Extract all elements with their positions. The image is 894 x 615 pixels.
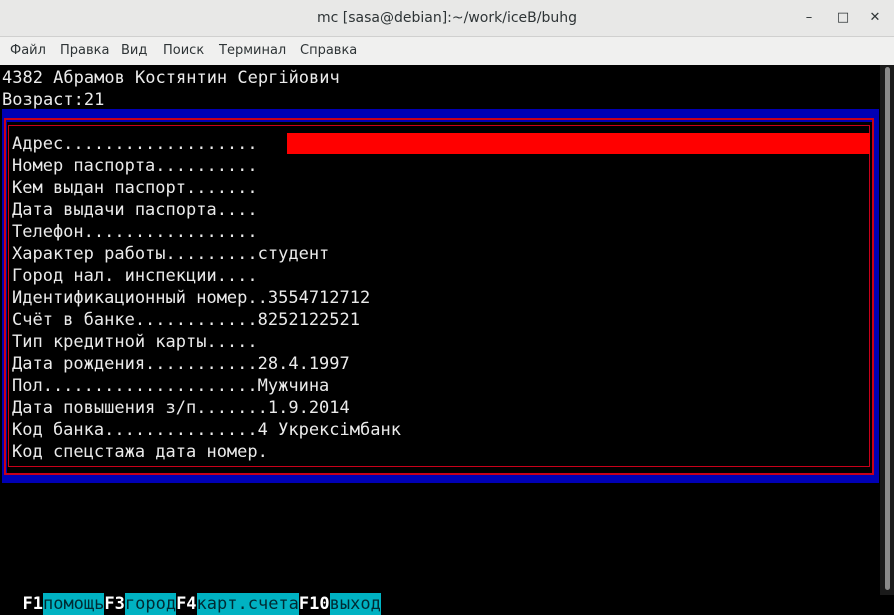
window-title: mc [sasa@debian]:~/work/iceB/buhg: [317, 10, 577, 26]
form-row-label: Тип кредитной карты.....: [12, 332, 258, 352]
fkey-f3-label[interactable]: город: [124, 593, 177, 615]
close-button[interactable]: ✕: [866, 9, 884, 27]
form-row-label: Дата выдачи паспорта....: [12, 200, 258, 220]
fkey-f1-label[interactable]: помощь: [42, 593, 105, 615]
fkey-f3[interactable]: F3: [104, 593, 125, 615]
form-row[interactable]: Город нал. инспекции....: [12, 265, 258, 287]
form-row-value[interactable]: 1.9.2014: [268, 398, 350, 418]
fkey-f10[interactable]: F10: [298, 593, 330, 615]
form-row-label: Счёт в банке............: [12, 310, 258, 330]
scroll-thumb[interactable]: [885, 67, 890, 590]
form-row[interactable]: Дата повышения з/п.......1.9.2014: [12, 397, 350, 419]
form-row-value[interactable]: студент: [258, 244, 330, 264]
address-input[interactable]: [287, 133, 870, 154]
maximize-button[interactable]: □: [834, 9, 852, 27]
person-line: 4382 Абрамов Костянтин Сергійович: [2, 68, 340, 88]
form-row[interactable]: Характер работы.........студент: [12, 243, 329, 265]
menu-view[interactable]: Вид: [121, 37, 147, 65]
form-row-label: Дата повышения з/п.......: [12, 398, 268, 418]
fkey-f10-label[interactable]: выход: [329, 593, 381, 615]
fkey-f4[interactable]: F4: [176, 593, 197, 615]
form-row-label: Идентификационный номер..: [12, 288, 268, 308]
form-row-value[interactable]: 4 Укрексімбанк: [258, 420, 401, 440]
window-titlebar: mc [sasa@debian]:~/work/iceB/buhg – □ ✕: [0, 0, 894, 37]
form-row-label: Код банка...............: [12, 420, 258, 440]
form-row-label: Характер работы.........: [12, 244, 258, 264]
menubar: Файл Правка Вид Поиск Терминал Справка: [0, 37, 894, 66]
form-row[interactable]: Адрес...................: [12, 133, 258, 155]
scrollbar[interactable]: [880, 65, 894, 595]
menu-file[interactable]: Файл: [10, 37, 46, 65]
form-row[interactable]: Дата рождения...........28.4.1997: [12, 353, 350, 375]
form-row-value[interactable]: Мужчина: [258, 376, 330, 396]
form-row[interactable]: Кем выдан паспорт.......: [12, 177, 258, 199]
form-row-label: Код спецстажа дата номер.: [12, 442, 268, 462]
form-row-label: Пол.....................: [12, 376, 258, 396]
form-row[interactable]: Номер паспорта..........: [12, 155, 258, 177]
menu-terminal[interactable]: Терминал: [219, 37, 286, 65]
form-row[interactable]: Дата выдачи паспорта....: [12, 199, 258, 221]
form-row-value[interactable]: 8252122521: [258, 310, 360, 330]
form-row[interactable]: Код спецстажа дата номер.: [12, 441, 268, 463]
form-row-value[interactable]: 3554712712: [268, 288, 370, 308]
fkey-f4-label[interactable]: карт.счета: [196, 593, 299, 615]
form-row-label: Кем выдан паспорт.......: [12, 178, 258, 198]
age-line: Возраст:21: [2, 90, 105, 110]
form-row-label: Адрес...................: [12, 134, 258, 154]
form-row[interactable]: Код банка...............4 Укрексімбанк: [12, 419, 401, 441]
fkey-f1[interactable]: F1: [22, 593, 43, 615]
menu-edit[interactable]: Правка: [60, 37, 109, 65]
form-row-label: Дата рождения...........: [12, 354, 258, 374]
form-row[interactable]: Тип кредитной карты.....: [12, 331, 258, 353]
form-row-value[interactable]: 28.4.1997: [258, 354, 350, 374]
minimize-button[interactable]: –: [800, 9, 818, 27]
form-row[interactable]: Телефон.................: [12, 221, 258, 243]
form-row[interactable]: Счёт в банке............8252122521: [12, 309, 360, 331]
form-row[interactable]: Идентификационный номер..3554712712: [12, 287, 370, 309]
function-key-bar: F1помощьF3городF4карт.счетаF10выход: [2, 571, 381, 615]
form-row[interactable]: Пол.....................Мужчина: [12, 375, 329, 397]
form-row-label: Телефон.................: [12, 222, 258, 242]
form-row-label: Город нал. инспекции....: [12, 266, 258, 286]
form-row-label: Номер паспорта..........: [12, 156, 258, 176]
menu-help[interactable]: Справка: [300, 37, 357, 65]
menu-search[interactable]: Поиск: [163, 37, 204, 65]
